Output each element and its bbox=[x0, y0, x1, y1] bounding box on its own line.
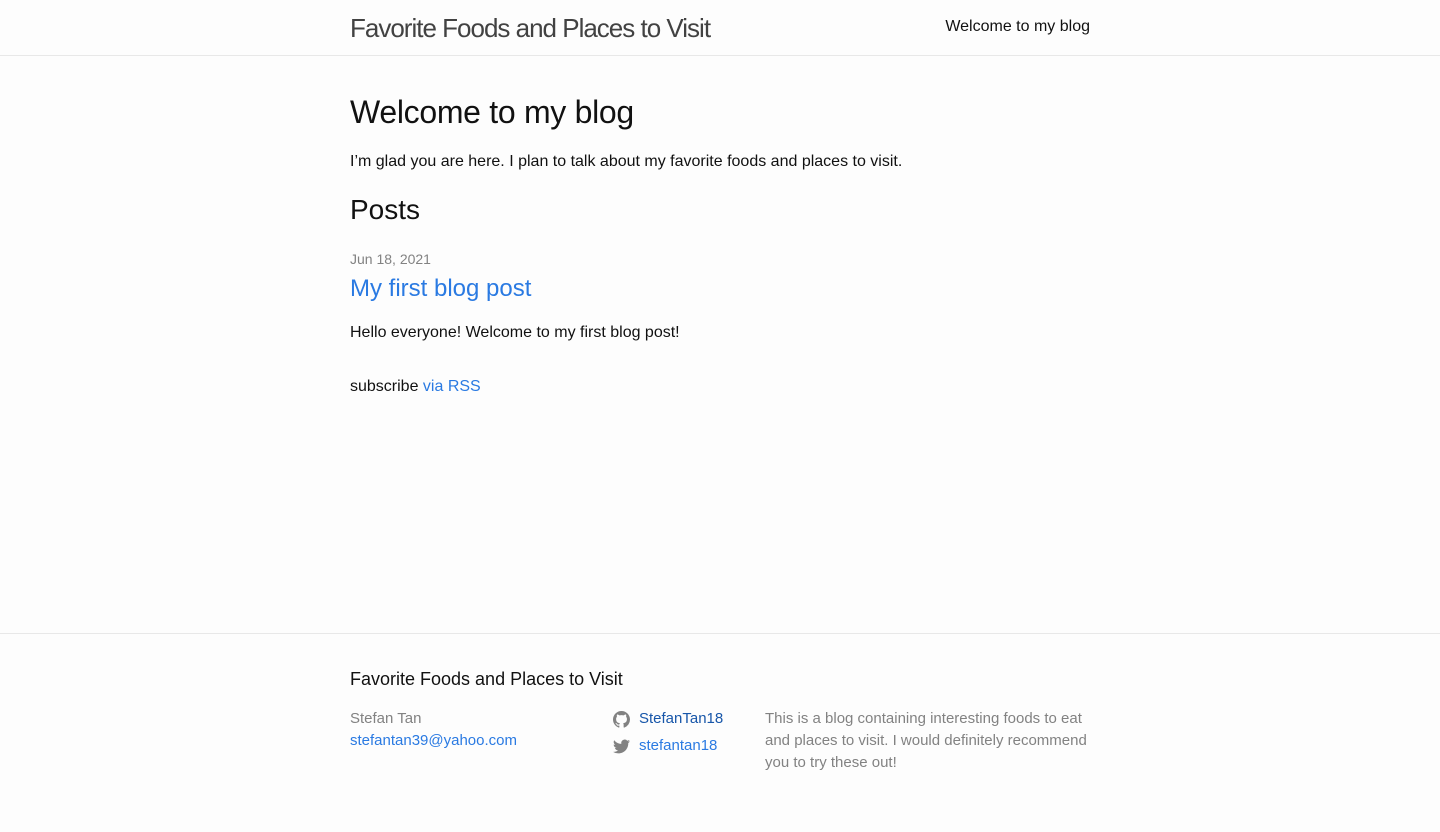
footer-author-name: Stefan Tan bbox=[350, 710, 422, 727]
footer-contact: Stefan Tan stefantan39@yahoo.com bbox=[350, 708, 517, 752]
site-nav: Welcome to my blog bbox=[945, 17, 1090, 37]
rss-link[interactable]: via RSS bbox=[423, 378, 481, 395]
rss-prefix: subscribe bbox=[350, 378, 423, 395]
intro-text: I’m glad you are here. I plan to talk ab… bbox=[350, 153, 903, 170]
post-excerpt: Hello everyone! Welcome to my first blog… bbox=[350, 324, 680, 341]
site-footer: Favorite Foods and Places to Visit Stefa… bbox=[0, 633, 1440, 832]
footer-description: This is a blog containing interesting fo… bbox=[765, 710, 1087, 771]
footer-email-link[interactable]: stefantan39@yahoo.com bbox=[350, 730, 517, 752]
twitter-icon bbox=[613, 738, 630, 755]
page-heading: Welcome to my blog bbox=[350, 94, 634, 130]
rss-subscribe: subscribe via RSS bbox=[350, 377, 481, 397]
twitter-link[interactable]: stefantan18 bbox=[639, 735, 717, 757]
post-date: Jun 18, 2021 bbox=[350, 251, 431, 267]
footer-heading: Favorite Foods and Places to Visit bbox=[350, 669, 623, 689]
social-item-twitter: stefantan18 bbox=[613, 735, 723, 757]
nav-link-welcome[interactable]: Welcome to my blog bbox=[945, 18, 1090, 35]
posts-heading: Posts bbox=[350, 194, 421, 225]
site-title-link[interactable]: Favorite Foods and Places to Visit bbox=[350, 13, 711, 43]
github-link[interactable]: StefanTan18 bbox=[639, 708, 723, 730]
site-header: Favorite Foods and Places to Visit Welco… bbox=[0, 0, 1440, 56]
footer-social: StefanTan18 stefantan18 bbox=[613, 708, 723, 762]
post-title-link[interactable]: My first blog post bbox=[350, 274, 531, 304]
github-icon bbox=[613, 710, 630, 728]
social-item-github: StefanTan18 bbox=[613, 708, 723, 730]
